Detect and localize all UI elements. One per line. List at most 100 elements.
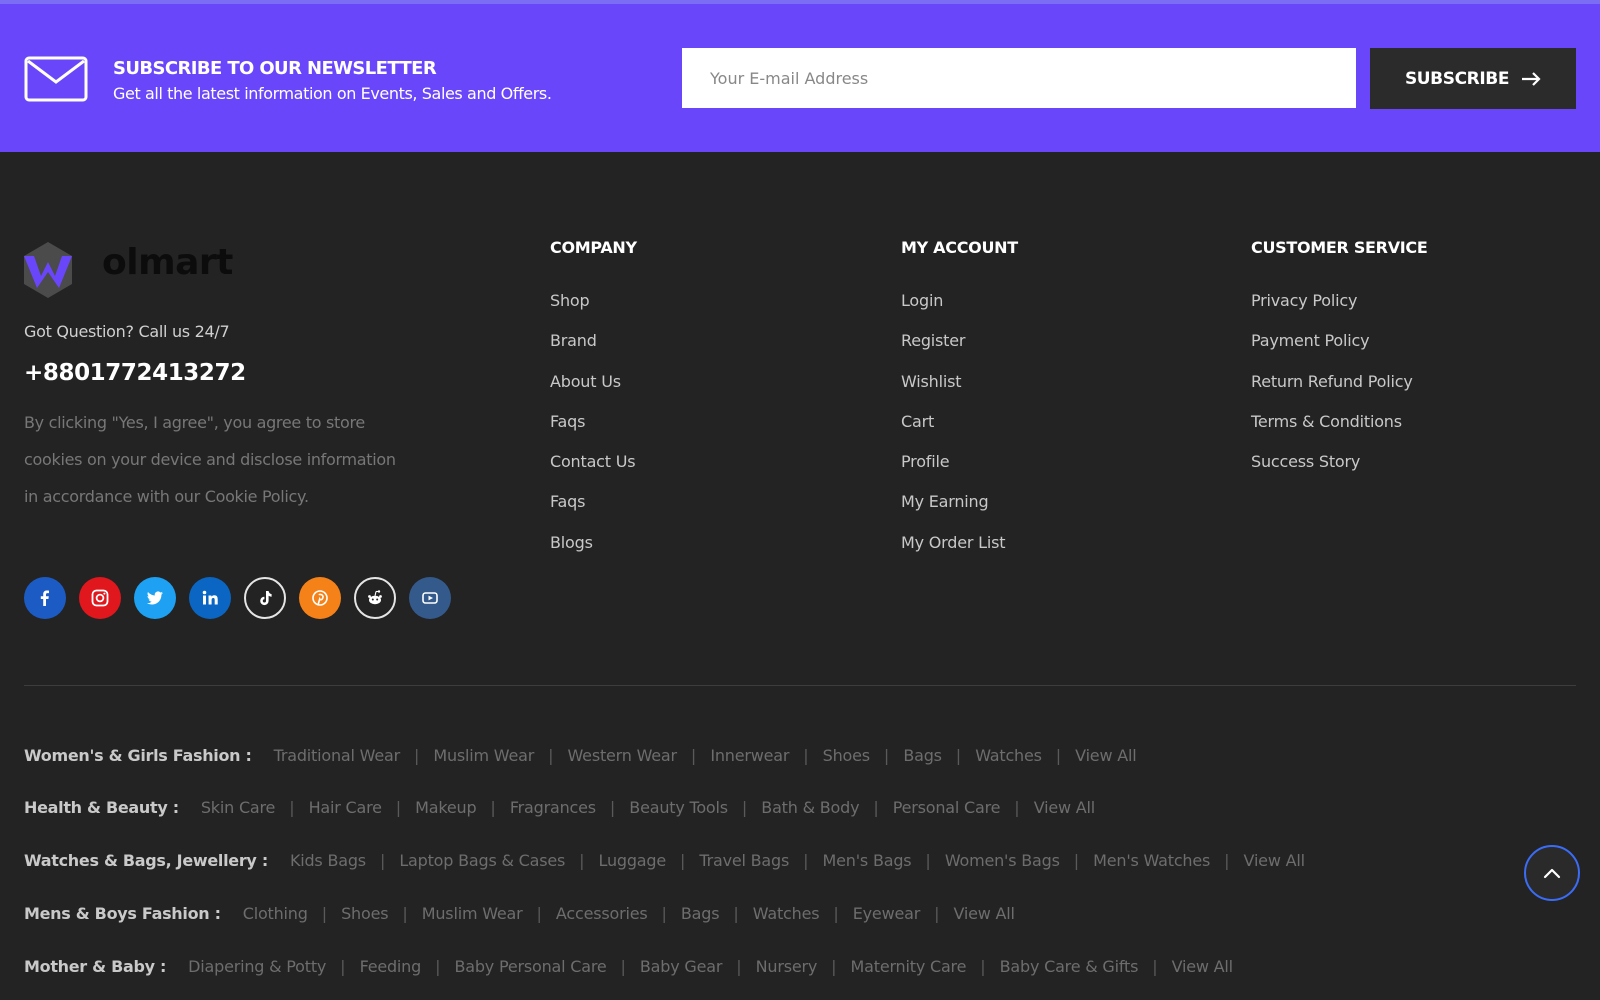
category-link[interactable]: Baby Care & Gifts (1000, 957, 1139, 976)
service-link-payment-policy[interactable]: Payment Policy (1251, 321, 1428, 361)
separator: | (955, 746, 962, 765)
email-input[interactable] (682, 48, 1356, 108)
category-link[interactable]: Kids Bags (290, 851, 366, 870)
account-link-profile[interactable]: Profile (901, 442, 1018, 482)
separator: | (536, 904, 542, 923)
company-link-brand[interactable]: Brand (550, 321, 637, 361)
wolmart-logo[interactable]: olmart (24, 242, 233, 302)
tiktok-button[interactable] (244, 577, 286, 619)
category-link[interactable]: Feeding (360, 957, 422, 976)
category-link[interactable]: Baby Personal Care (454, 957, 606, 976)
separator: | (490, 798, 496, 817)
account-link-wishlist[interactable]: Wishlist (901, 362, 1018, 402)
separator: | (873, 798, 879, 817)
category-link[interactable]: Skin Care (201, 798, 276, 817)
account-link-cart[interactable]: Cart (901, 402, 1018, 442)
category-link[interactable]: Diapering & Potty (188, 957, 326, 976)
reddit-button[interactable] (354, 577, 396, 619)
customer-service-column: CUSTOMER SERVICE Privacy Policy Payment … (1251, 238, 1428, 482)
view-all-link[interactable]: View All (953, 904, 1014, 923)
category-link[interactable]: Shoes (341, 904, 388, 923)
scroll-to-top-button[interactable] (1524, 845, 1580, 901)
company-column: COMPANY Shop Brand About Us Faqs Contact… (550, 238, 637, 563)
view-all-link[interactable]: View All (1244, 851, 1305, 870)
separator: | (379, 851, 386, 870)
category-link[interactable]: Traditional Wear (274, 746, 401, 765)
view-all-link[interactable]: View All (1172, 957, 1233, 976)
separator: | (402, 904, 408, 923)
service-link-privacy-policy[interactable]: Privacy Policy (1251, 281, 1428, 321)
youtube-icon (422, 592, 438, 604)
category-link[interactable]: Watches (975, 746, 1042, 765)
category-link[interactable]: Bath & Body (761, 798, 859, 817)
instagram-button[interactable] (79, 577, 121, 619)
category-link[interactable]: Laptop Bags & Cases (399, 851, 565, 870)
linkedin-button[interactable] (189, 577, 231, 619)
category-link[interactable]: Accessories (556, 904, 648, 923)
cookie-consent-text: By clicking "Yes, I agree", you agree to… (24, 413, 396, 506)
newsletter-subtitle: Get all the latest information on Events… (113, 84, 552, 103)
separator: | (736, 957, 742, 976)
youtube-button[interactable] (409, 577, 451, 619)
separator: | (925, 851, 931, 870)
category-link[interactable]: Men's Watches (1093, 851, 1210, 870)
twitter-button[interactable] (134, 577, 176, 619)
view-all-link[interactable]: View All (1075, 746, 1136, 765)
facebook-button[interactable] (24, 577, 66, 619)
category-link[interactable]: Muslim Wear (433, 746, 534, 765)
category-link[interactable]: Watches (753, 904, 820, 923)
category-label: Women's & Girls Fashion : (24, 746, 252, 765)
category-link[interactable]: Women's Bags (945, 851, 1060, 870)
view-all-link[interactable]: View All (1034, 798, 1095, 817)
category-link[interactable]: Muslim Wear (422, 904, 523, 923)
category-link[interactable]: Personal Care (893, 798, 1001, 817)
category-label: Health & Beauty : (24, 798, 179, 817)
category-link[interactable]: Travel Bags (699, 851, 789, 870)
separator: | (1073, 851, 1080, 870)
category-link[interactable]: Luggage (599, 851, 667, 870)
phone-number[interactable]: +8801772413272 (24, 360, 246, 386)
company-heading: COMPANY (550, 238, 637, 257)
category-row: Mother & Baby : Diapering & Potty | Feedi… (24, 957, 1233, 976)
newsletter-title: SUBSCRIBE TO OUR NEWSLETTER (113, 58, 437, 79)
category-link[interactable]: Bags (681, 904, 720, 923)
envelope-icon (24, 56, 88, 102)
category-link[interactable]: Innerwear (710, 746, 789, 765)
company-link-blogs[interactable]: Blogs (550, 523, 637, 563)
customer-service-heading: CUSTOMER SERVICE (1251, 238, 1428, 257)
category-link[interactable]: Men's Bags (823, 851, 912, 870)
account-link-login[interactable]: Login (901, 281, 1018, 321)
subscribe-button[interactable]: SUBSCRIBE (1370, 48, 1576, 109)
company-link-contact-us[interactable]: Contact Us (550, 442, 637, 482)
category-link[interactable]: Clothing (243, 904, 308, 923)
service-link-terms-conditions[interactable]: Terms & Conditions (1251, 402, 1428, 442)
category-link[interactable]: Eyewear (853, 904, 921, 923)
company-link-about-us[interactable]: About Us (550, 362, 637, 402)
category-link[interactable]: Hair Care (309, 798, 382, 817)
category-link[interactable]: Shoes (823, 746, 870, 765)
category-link[interactable]: Baby Gear (640, 957, 723, 976)
category-link[interactable]: Beauty Tools (629, 798, 728, 817)
category-link[interactable]: Western Wear (568, 746, 678, 765)
category-link[interactable]: Maternity Care (851, 957, 967, 976)
separator: | (803, 851, 809, 870)
account-link-my-order-list[interactable]: My Order List (901, 523, 1018, 563)
account-link-register[interactable]: Register (901, 321, 1018, 361)
category-link[interactable]: Nursery (756, 957, 818, 976)
separator: | (1224, 851, 1230, 870)
logo-text: olmart (102, 242, 233, 283)
separator: | (395, 798, 402, 817)
category-link[interactable]: Makeup (415, 798, 476, 817)
separator: | (1014, 798, 1020, 817)
category-row: Health & Beauty : Skin Care | Hair Care | … (24, 798, 1095, 817)
category-link[interactable]: Bags (903, 746, 942, 765)
service-link-success-story[interactable]: Success Story (1251, 442, 1428, 482)
chevron-up-icon (1543, 868, 1561, 879)
company-link-faqs-2[interactable]: Faqs (550, 482, 637, 522)
pinterest-button[interactable] (299, 577, 341, 619)
account-link-my-earning[interactable]: My Earning (901, 482, 1018, 522)
category-link[interactable]: Fragrances (510, 798, 596, 817)
service-link-return-refund-policy[interactable]: Return Refund Policy (1251, 362, 1428, 402)
company-link-faqs[interactable]: Faqs (550, 402, 637, 442)
company-link-shop[interactable]: Shop (550, 281, 637, 321)
